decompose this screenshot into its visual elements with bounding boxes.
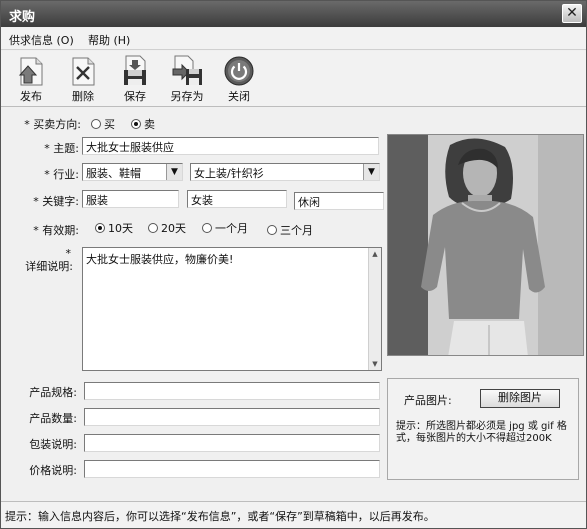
publish-button[interactable]: 发布 [9,53,53,103]
validity-1m-radio[interactable]: 一个月 [202,220,248,236]
delete-label: 删除 [72,90,94,103]
radio-dot [91,119,101,129]
product-photo-image [388,135,583,355]
product-photo [387,134,584,356]
direction-sell-radio[interactable]: 卖 [131,116,155,132]
delete-image-button[interactable]: 删除图片 [480,389,560,408]
validity-3m-radio[interactable]: 三个月 [267,222,313,238]
status-bar: 提示：输入信息内容后，你可以选择“发布信息”，或者“保存”到草稿箱中，以后再发布… [1,501,586,528]
image-panel: 产品图片: 删除图片 提示：所选图片都必须是 jpg 或 gif 格式，每张图片… [387,378,579,480]
radio-dot [267,225,277,235]
industry-category-value: 服装、鞋帽 [86,167,141,180]
price-label: 价格说明: [29,464,77,477]
validity-label: * 有效期: [33,224,79,237]
radio-dot-selected [95,223,105,233]
save-as-button[interactable]: 另存为 [165,53,209,103]
packaging-label: 包装说明: [29,438,77,451]
publish-label: 发布 [20,90,42,103]
industry-category-select[interactable]: 服装、鞋帽 ▼ [82,163,183,181]
status-text: 提示：输入信息内容后，你可以选择“发布信息”，或者“保存”到草稿箱中，以后再发布… [5,510,435,523]
menu-bar: 供求信息 (O) 帮助 (H) [1,28,586,50]
keywords-label: * 关键字: [33,195,79,208]
quantity-label: 产品数量: [29,412,77,425]
direction-label: * 买卖方向: [24,118,81,131]
menu-help[interactable]: 帮助 (H) [88,32,130,48]
validity-10d-radio[interactable]: 10天 [95,220,133,236]
save-as-label: 另存为 [170,90,204,103]
delete-button[interactable]: 删除 [61,53,105,103]
save-icon [124,55,146,85]
validity-20d-label: 20天 [161,222,186,235]
scroll-down-icon[interactable]: ▼ [369,358,381,370]
subject-input[interactable]: 大批女士服装供应 [82,137,379,155]
quantity-input[interactable] [84,408,380,426]
radio-dot-selected [131,119,141,129]
window-title: 求购 [9,10,36,25]
details-label: 详细说明: [25,260,73,273]
validity-3m-label: 三个月 [280,224,313,237]
industry-subcategory-select[interactable]: 女上装/针织衫 ▼ [190,163,380,181]
packaging-input[interactable] [84,434,380,452]
validity-20d-radio[interactable]: 20天 [148,220,186,236]
publish-icon [18,57,43,86]
image-hint: 提示：所选图片都必须是 jpg 或 gif 格式，每张图片的大小不得超过200K [396,421,567,444]
industry-subcategory-value: 女上装/针织衫 [194,167,264,180]
power-icon [224,56,254,86]
save-label: 保存 [124,90,146,103]
close-label: 关闭 [228,90,250,103]
toolbar: 发布 删除 保存 另存为 关闭 [1,51,586,107]
delete-icon [72,57,95,86]
keyword-input-1[interactable]: 服装 [82,190,179,208]
direction-buy-label: 买 [104,118,115,131]
keyword-input-3[interactable]: 休闲 [294,192,384,210]
subject-label: * 主题: [44,142,79,155]
direction-buy-radio[interactable]: 买 [91,116,115,132]
validity-1m-label: 一个月 [215,222,248,235]
details-textarea[interactable]: 大批女士服装供应，物廉价美! ▲ ▼ [82,247,382,371]
keyword-input-2[interactable]: 女装 [187,190,287,208]
radio-dot [202,223,212,233]
title-bar[interactable]: 求购 ✕ [1,1,586,27]
validity-10d-label: 10天 [108,222,133,235]
details-text: 大批女士服装供应，物廉价美! [86,253,234,266]
chevron-down-icon[interactable]: ▼ [363,164,379,180]
spec-label: 产品规格: [29,386,77,399]
spec-input[interactable] [84,382,380,400]
close-window-button[interactable]: ✕ [562,4,582,23]
direction-sell-label: 卖 [144,118,155,131]
price-input[interactable] [84,460,380,478]
radio-dot [148,223,158,233]
close-button[interactable]: 关闭 [217,53,261,103]
details-scrollbar[interactable]: ▲ ▼ [368,248,381,370]
chevron-down-icon[interactable]: ▼ [166,164,182,180]
purchase-window: 求购 ✕ 供求信息 (O) 帮助 (H) 发布 删除 保存 另存为 关闭 * 买… [0,0,587,529]
scroll-up-icon[interactable]: ▲ [369,248,381,260]
save-button[interactable]: 保存 [113,53,157,103]
save-as-icon [172,55,202,85]
product-image-label: 产品图片: [404,394,452,407]
industry-label: * 行业: [44,168,79,181]
menu-supply-info[interactable]: 供求信息 (O) [9,32,74,48]
